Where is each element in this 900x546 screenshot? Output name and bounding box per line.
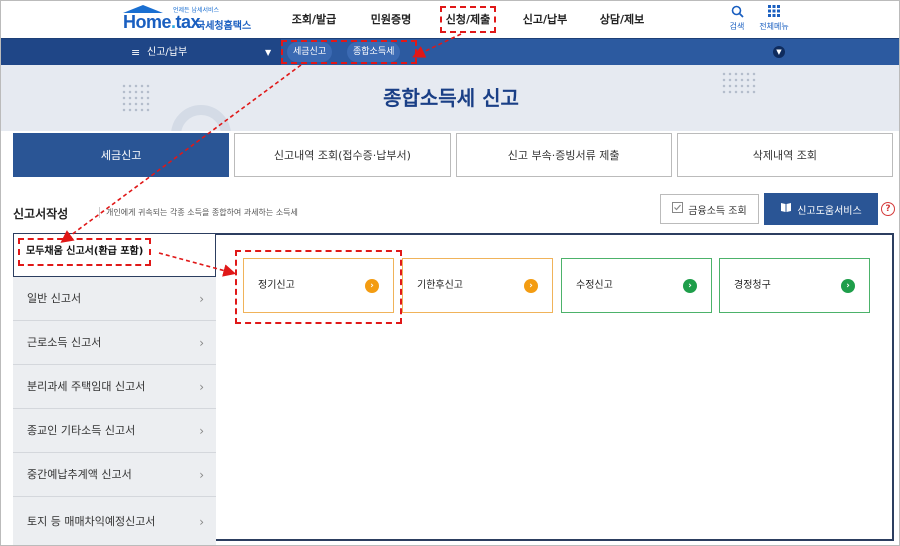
location-bar: ≡ 신고/납부 ▼ 세금신고 종합소득세 ▼	[1, 38, 899, 66]
amended-filing-card[interactable]: 수정신고 ›	[561, 258, 712, 313]
hero-banner: 종합소득세 신고	[1, 65, 899, 131]
sidebar-item-label: 종교인 기타소득 신고서	[27, 424, 136, 437]
sidebar-item-land-sale-return[interactable]: 토지 등 매매차익예정신고서 ›	[13, 497, 216, 545]
all-menu-label: 전체메뉴	[759, 22, 789, 31]
gnb-item-certificates[interactable]: 민원증명	[358, 1, 424, 38]
chevron-down-icon[interactable]: ▼	[773, 46, 785, 58]
top-header: 언제든 납세서비스 Home.tax 국세청홈택스 조회/발급 민원증명 신청/…	[1, 1, 899, 38]
breadcrumb: 세금신고 종합소득세	[281, 40, 417, 64]
sidebar-item-general-return[interactable]: 일반 신고서 ›	[13, 277, 216, 321]
chevron-right-icon: ›	[199, 468, 204, 482]
book-icon	[780, 202, 792, 216]
financial-income-inquiry-button[interactable]: 금융소득 조회	[660, 194, 759, 224]
caret-down-icon: ▼	[265, 48, 272, 57]
late-filing-card[interactable]: 기한후신고 ›	[402, 258, 553, 313]
sidebar-item-housing-rental-return[interactable]: 분리과세 주택임대 신고서 ›	[13, 365, 216, 409]
gnb-item-inquiry[interactable]: 조회/발급	[281, 1, 347, 38]
search-icon	[730, 5, 744, 19]
sidebar-item-label: 근로소득 신고서	[27, 336, 102, 349]
sidebar-item-religious-income-return[interactable]: 종교인 기타소득 신고서 ›	[13, 409, 216, 453]
tab-deleted-history[interactable]: 삭제내역 조회	[676, 133, 893, 177]
global-nav: 조회/발급 민원증명 신청/제출 신고/납부 상담/제보	[281, 1, 666, 38]
section-description: 개인에게 귀속되는 각종 소득을 종합하여 과세하는 소득세	[99, 207, 298, 218]
sidebar-item-label: 토지 등 매매차익예정신고서	[27, 515, 156, 528]
filing-help-service-button[interactable]: 신고도움서비스	[764, 193, 878, 225]
checkbox-doc-icon	[672, 202, 684, 216]
sidebar-item-interim-prepayment-return[interactable]: 중간예납추계액 신고서 ›	[13, 453, 216, 497]
form-type-sidebar: 모두채움 신고서(환급 포함) 일반 신고서 › 근로소득 신고서 › 분리과세…	[13, 233, 216, 545]
arrow-right-icon: ›	[365, 279, 379, 293]
breadcrumb-item-income-tax[interactable]: 종합소득세	[347, 42, 401, 62]
chevron-right-icon: ›	[199, 292, 204, 306]
sidebar-item-label: 모두채움 신고서(환급 포함)	[17, 238, 152, 266]
logo-wordmark: Home.tax	[123, 12, 201, 32]
gnb-item-consult-report[interactable]: 상담/제보	[589, 1, 655, 38]
all-menu-button[interactable]: 전체메뉴	[756, 5, 792, 33]
card-label: 경정청구	[734, 280, 771, 291]
arrow-right-icon: ›	[841, 279, 855, 293]
screenshot-frame: 언제든 납세서비스 Home.tax 국세청홈택스 조회/발급 민원증명 신청/…	[0, 0, 900, 546]
sidebar-item-label: 중간예납추계액 신고서	[27, 468, 132, 481]
section-title: 신고서작성	[13, 207, 69, 221]
filing-help-service-label: 신고도움서비스	[797, 205, 862, 217]
breadcrumb-item-tax-filing[interactable]: 세금신고	[287, 42, 333, 62]
chevron-right-icon: ›	[199, 336, 204, 350]
sidebar-item-prefilled-return[interactable]: 모두채움 신고서(환급 포함)	[13, 233, 216, 277]
sidebar-item-label: 분리과세 주택임대 신고서	[27, 380, 146, 393]
chevron-right-icon: ›	[199, 380, 204, 394]
search-label: 검색	[729, 22, 745, 31]
card-label: 정기신고	[258, 280, 295, 291]
page-title: 종합소득세 신고	[383, 86, 519, 110]
tab-tax-filing[interactable]: 세금신고	[13, 133, 230, 177]
hamburger-icon: ≡	[131, 46, 141, 59]
tab-filing-history[interactable]: 신고내역 조회(접수증·납부서)	[234, 133, 451, 177]
logo-wordmark-home: Home	[123, 12, 172, 32]
hometax-logo[interactable]: 언제든 납세서비스 Home.tax 국세청홈택스	[123, 5, 253, 35]
tab-attachments[interactable]: 신고 부속·증빙서류 제출	[455, 133, 672, 177]
nav-menu-dropdown[interactable]: ≡ 신고/납부 ▼	[1, 39, 281, 66]
logo-korean-name: 국세청홈택스	[196, 21, 252, 32]
help-question-icon[interactable]: ?	[881, 202, 895, 216]
arrow-right-icon: ›	[524, 279, 538, 293]
tab-bar: 세금신고 신고내역 조회(접수증·납부서) 신고 부속·증빙서류 제출 삭제내역…	[13, 133, 893, 177]
card-label: 기한후신고	[417, 280, 463, 291]
financial-income-inquiry-label: 금융소득 조회	[688, 205, 747, 217]
chevron-right-icon: ›	[199, 515, 204, 529]
search-button[interactable]: 검색	[719, 5, 755, 33]
nav-menu-label: 신고/납부	[147, 47, 188, 58]
arrow-right-icon: ›	[683, 279, 697, 293]
regular-filing-card[interactable]: 정기신고 ›	[243, 258, 394, 313]
card-label: 수정신고	[576, 280, 613, 291]
gnb-item-application[interactable]: 신청/제출	[435, 1, 501, 38]
refund-claim-card[interactable]: 경정청구 ›	[719, 258, 870, 313]
chevron-right-icon: ›	[199, 424, 204, 438]
grid-menu-icon	[767, 5, 781, 19]
sidebar-item-earned-income-return[interactable]: 근로소득 신고서 ›	[13, 321, 216, 365]
sidebar-item-label: 일반 신고서	[27, 292, 82, 305]
gnb-item-filing-payment[interactable]: 신고/납부	[512, 1, 578, 38]
